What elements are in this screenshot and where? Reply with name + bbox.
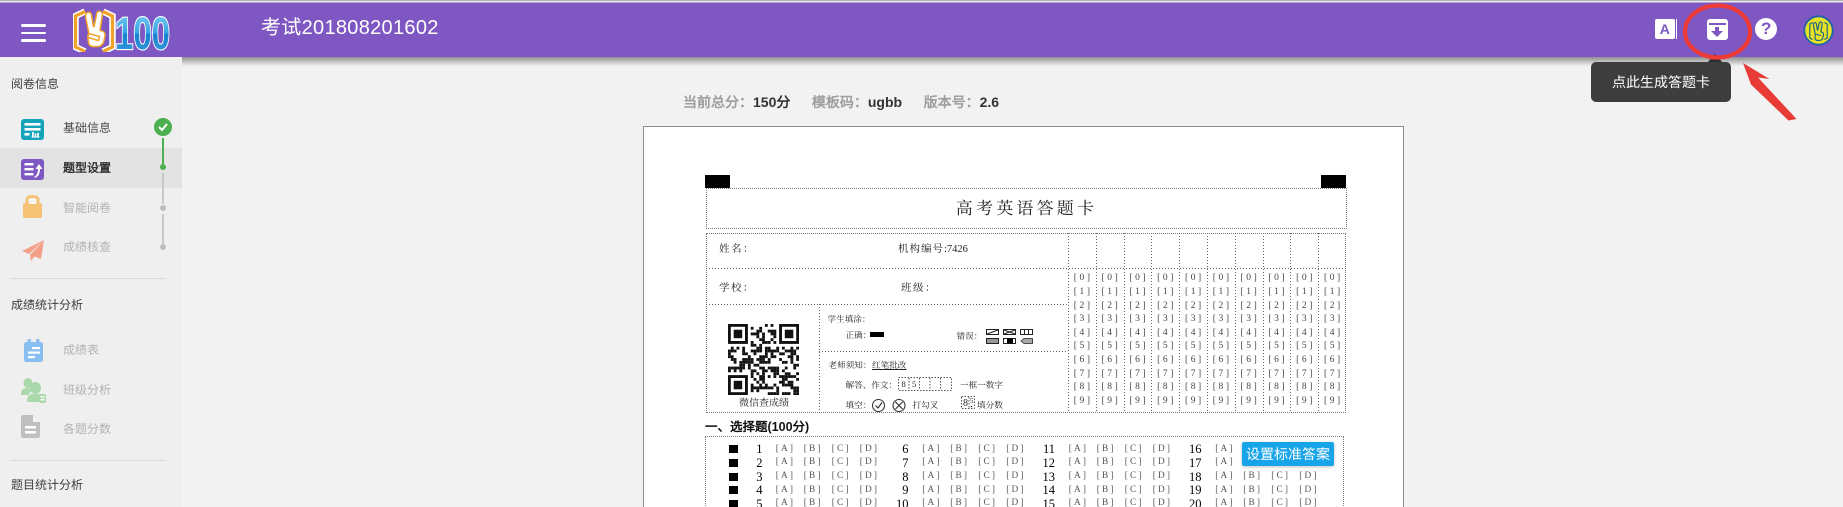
svg-text:100: 100	[115, 8, 170, 52]
svg-text:8: 8	[901, 379, 905, 389]
svg-text:5: 5	[912, 379, 916, 389]
svg-text:5: 5	[970, 397, 974, 405]
svg-text:8: 8	[963, 398, 968, 409]
